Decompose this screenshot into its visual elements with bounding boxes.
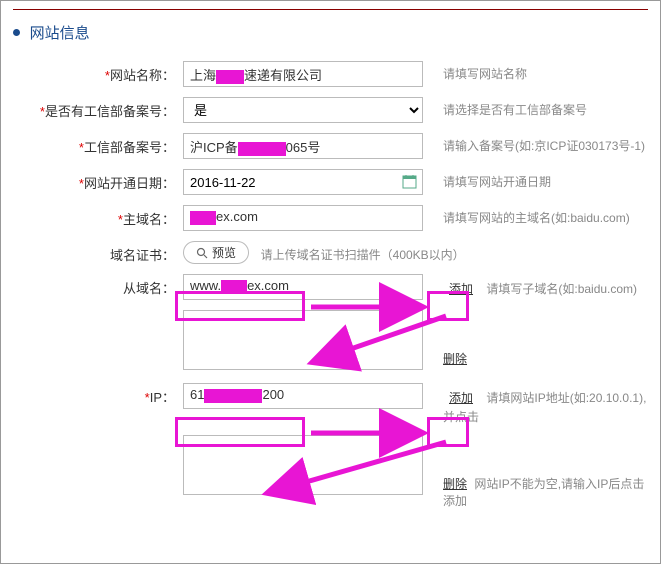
has-record-select[interactable]: 是 [183,97,423,123]
sub-domain-label: 从域名： [123,281,175,296]
main-domain-hint: 请填写网站的主域名(如:baidu.com) [433,205,648,226]
sub-domain-add-button[interactable]: 添加 [443,278,479,299]
section-title: 网站信息 [30,25,90,42]
ip-label: IP： [150,390,175,405]
cert-label: 域名证书： [110,248,175,263]
redaction [221,280,247,294]
record-no-input[interactable]: 沪ICP备065号 [183,133,423,159]
section-bullet [13,29,20,36]
preview-button[interactable]: 预览 [183,241,249,264]
ip-hint2: 网站IP不能为空,请输入IP后点击添加 [443,477,644,508]
ip-add-button[interactable]: 添加 [443,387,479,408]
site-name-hint: 请填写网站名称 [433,61,648,82]
redaction [216,70,244,84]
open-date-input[interactable] [183,169,423,195]
open-date-label: 网站开通日期： [84,176,175,191]
site-name-label: 网站名称： [110,68,175,83]
record-no-label: 工信部备案号： [84,140,175,155]
ip-list[interactable] [183,435,423,495]
redaction [204,389,262,403]
main-domain-input[interactable]: ex.com [183,205,423,231]
cert-hint: 请上传域名证书扫描件（400KB以内） [261,248,465,262]
has-record-hint: 请选择是否有工信部备案号 [433,97,648,118]
redaction [238,142,286,156]
sub-domain-list[interactable] [183,310,423,370]
ip-delete-button[interactable]: 删除 [443,477,467,491]
open-date-hint: 请填写网站开通日期 [433,169,648,190]
site-name-input[interactable]: 上海速递有限公司 [183,61,423,87]
sub-domain-hint: 请填写子域名(如:baidu.com) [486,282,637,296]
main-domain-label: 主域名： [123,212,175,227]
redaction [190,211,216,225]
sub-domain-input[interactable]: www.ex.com [183,274,423,300]
magnifier-icon [196,247,208,259]
record-no-hint: 请输入备案号(如:京ICP证030173号-1) [433,133,648,154]
sub-domain-delete-button[interactable]: 删除 [443,352,467,366]
calendar-icon[interactable] [402,174,417,189]
ip-input[interactable]: 61200 [183,383,423,409]
has-record-label: 是否有工信部备案号： [45,104,175,119]
